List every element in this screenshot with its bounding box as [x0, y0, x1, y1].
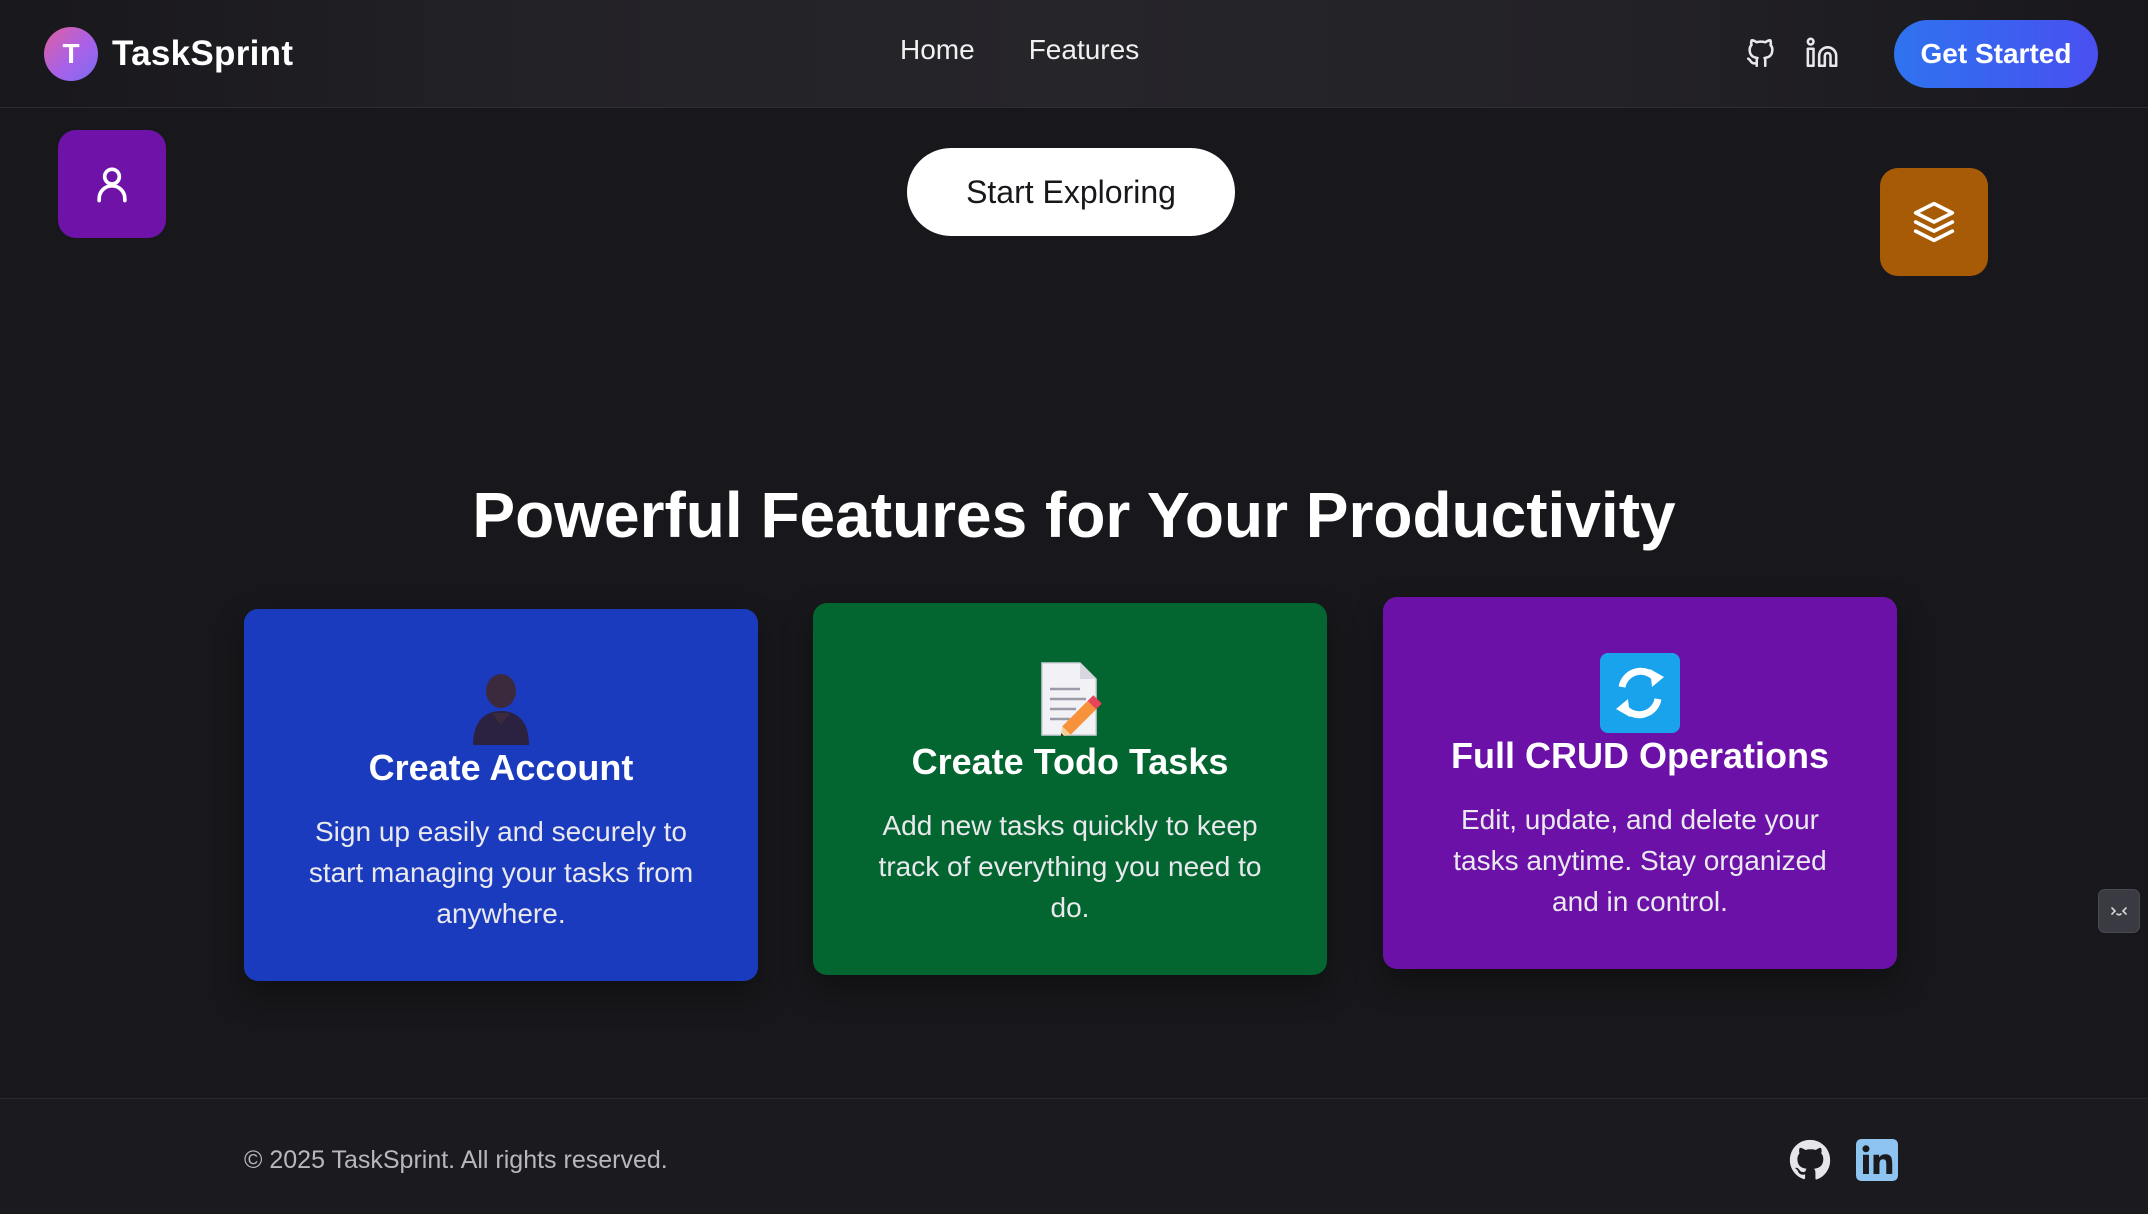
feature-card-create-account: Create Account Sign up easily and secure… [244, 609, 758, 981]
top-navbar: T TaskSprint Home Features Get Started [0, 0, 2148, 108]
brand-logo[interactable]: T TaskSprint [44, 27, 293, 81]
layers-tile [1880, 168, 1988, 276]
get-started-button[interactable]: Get Started [1894, 20, 2098, 88]
github-icon[interactable] [1789, 1139, 1831, 1181]
logo-badge: T [44, 27, 98, 81]
user-icon [97, 167, 127, 203]
brand-name: TaskSprint [112, 34, 294, 73]
footer: © 2025 TaskSprint. All rights reserved. [0, 1098, 2148, 1214]
card-description: Edit, update, and delete your tasks anyt… [1453, 804, 1827, 917]
person-icon [473, 674, 529, 745]
card-title: Create Account [368, 747, 634, 788]
linkedin-icon[interactable] [1856, 1139, 1898, 1181]
github-icon[interactable] [1744, 36, 1778, 70]
start-exploring-button[interactable]: Start Exploring [907, 148, 1235, 236]
nav-link-home[interactable]: Home [900, 34, 975, 66]
copyright-text: © 2025 TaskSprint. All rights reserved. [244, 1146, 668, 1174]
feature-card-create-todo: Create Todo Tasks Add new tasks quickly … [813, 603, 1327, 975]
feature-card-crud: Full CRUD Operations Edit, update, and d… [1383, 597, 1897, 969]
nav-link-features[interactable]: Features [1029, 34, 1140, 66]
memo-icon [1041, 662, 1102, 737]
side-widget-button[interactable] [2098, 889, 2140, 933]
card-title: Create Todo Tasks [911, 741, 1229, 782]
main-nav: Home Features [900, 34, 1139, 66]
user-tile [58, 130, 166, 238]
code-face-icon [2111, 907, 2127, 916]
card-description: Add new tasks quickly to keep track of e… [878, 810, 1262, 923]
refresh-icon [1600, 653, 1680, 733]
linkedin-icon[interactable] [1805, 36, 1839, 70]
card-description: Sign up easily and securely to start man… [308, 816, 694, 929]
card-title: Full CRUD Operations [1450, 735, 1830, 776]
layers-icon [1913, 201, 1955, 243]
features-heading: Powerful Features for Your Productivity [472, 479, 1676, 551]
